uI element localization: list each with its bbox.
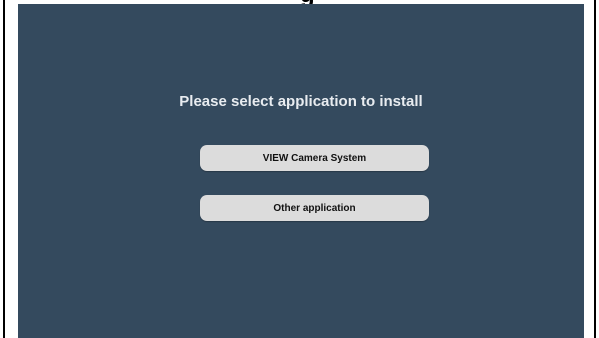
other-application-button[interactable]: Other application [200, 195, 429, 221]
select-application-prompt: Please select application to install [179, 93, 423, 110]
view-camera-system-button[interactable]: VIEW Camera System [200, 145, 429, 171]
install-app-screen: Please select application to install VIE… [18, 4, 584, 338]
left-border-line [3, 0, 5, 338]
page-frame: g Please select application to install V… [0, 0, 599, 338]
right-border-line [594, 0, 596, 338]
